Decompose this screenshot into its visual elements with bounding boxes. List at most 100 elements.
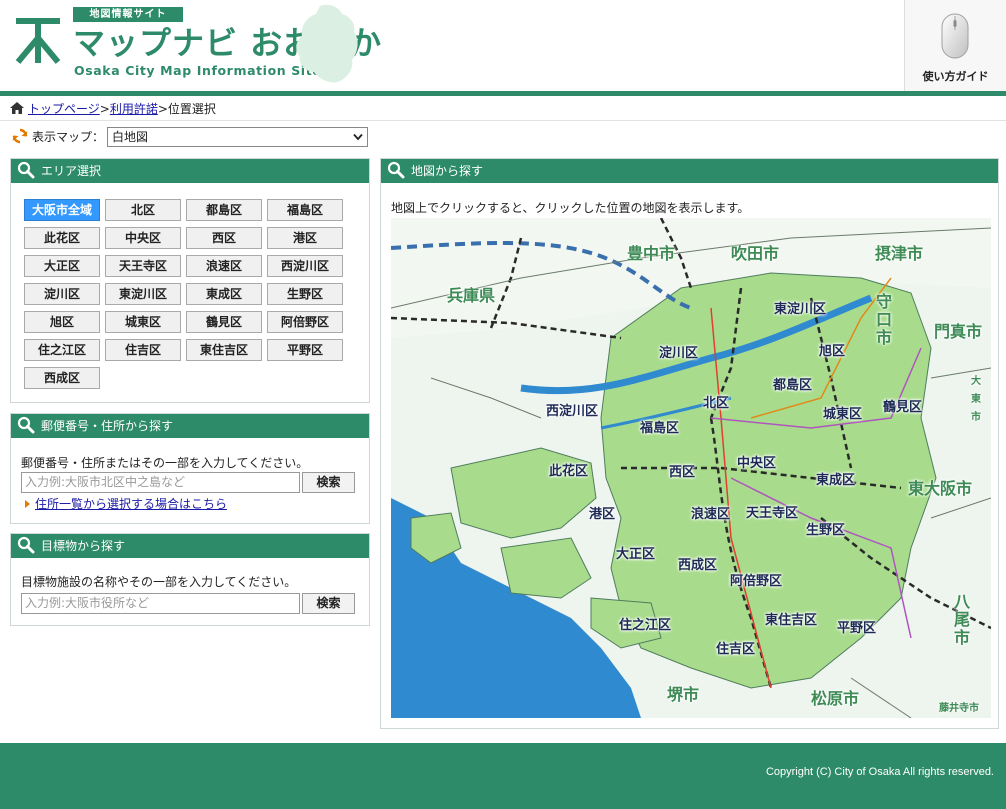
map-city-label: 八尾市 [953, 592, 970, 647]
usage-guide-label: 使い方ガイド [922, 70, 989, 83]
area-button[interactable]: 住之江区 [24, 339, 100, 361]
map-ward-label[interactable]: 住之江区 [619, 614, 671, 633]
map-city-label: 堺市 [667, 685, 700, 704]
area-button[interactable]: 西淀川区 [267, 255, 343, 277]
map-city-label: 藤井寺市 [939, 703, 979, 714]
usage-guide-button[interactable]: 使い方ガイド [904, 0, 1006, 91]
address-search-panel: 郵便番号・住所から探す 郵便番号・住所またはその一部を入力してください。 入力例… [10, 413, 370, 524]
area-button[interactable]: 東淀川区 [105, 283, 181, 305]
map-city-label: 東大阪市 [908, 479, 973, 498]
map-city-label: 門真市 [934, 322, 983, 341]
breadcrumb-top-page-link[interactable]: トップページ [28, 102, 100, 116]
map-type-selected-value: 白地図 [112, 130, 149, 144]
area-button[interactable]: 浪速区 [186, 255, 262, 277]
map-ward-label[interactable]: 此花区 [549, 460, 588, 479]
site-header: 地図情報サイト マップナビ おおさか Osaka City Map Inform… [0, 0, 1006, 92]
landmark-search-title: 目標物から探す [41, 539, 126, 553]
area-button[interactable]: 東住吉区 [186, 339, 262, 361]
map-ward-label[interactable]: 中央区 [737, 452, 776, 471]
breadcrumb-terms-link[interactable]: 利用許諾 [110, 102, 158, 116]
map-ward-label[interactable]: 住吉区 [716, 638, 755, 657]
map-ward-label[interactable]: 城東区 [823, 403, 862, 422]
address-search-button[interactable]: 検索 [302, 472, 355, 493]
area-button[interactable]: 阿倍野区 [267, 311, 343, 333]
area-button[interactable]: 中央区 [105, 227, 181, 249]
map-type-selector-row: 表示マップ： 白地図 [12, 126, 368, 148]
magnifier-icon [17, 161, 35, 179]
map-ward-label[interactable]: 旭区 [819, 340, 845, 359]
address-search-input[interactable]: 入力例:大阪市北区中之島など [21, 472, 300, 493]
osaka-city-logo-icon[interactable] [14, 16, 62, 66]
map-ward-label[interactable]: 都島区 [773, 374, 812, 393]
area-button[interactable]: 平野区 [267, 339, 343, 361]
area-button[interactable]: 北区 [105, 199, 181, 221]
map-ward-label[interactable]: 生野区 [806, 519, 845, 538]
map-ward-label[interactable]: 東淀川区 [774, 298, 826, 317]
map-ward-label[interactable]: 港区 [589, 503, 615, 522]
breadcrumb-separator: > [99, 102, 110, 116]
area-button[interactable]: 大正区 [24, 255, 100, 277]
landmark-search-input[interactable]: 入力例:大阪市役所など [21, 593, 300, 614]
area-button[interactable]: 東成区 [186, 283, 262, 305]
triangle-right-icon [25, 500, 30, 508]
chevron-down-icon [353, 133, 363, 141]
map-city-label: 摂津市 [875, 244, 924, 263]
magnifier-icon [17, 536, 35, 554]
breadcrumb-separator: > [157, 102, 168, 116]
map-search-panel: 地図から探す 地図上でクリックすると、クリックした位置の地図を表示します。 東淀… [380, 158, 999, 729]
home-icon [10, 102, 24, 114]
area-button[interactable]: 城東区 [105, 311, 181, 333]
map-ward-label[interactable]: 鶴見区 [883, 396, 922, 415]
site-category-badge: 地図情報サイト [73, 7, 183, 22]
address-search-title: 郵便番号・住所から探す [41, 419, 174, 433]
landmark-search-button[interactable]: 検索 [302, 593, 355, 614]
area-button[interactable]: 淀川区 [24, 283, 100, 305]
mouse-icon [941, 13, 969, 59]
breadcrumb-divider [0, 120, 1006, 121]
map-ward-label[interactable]: 阿倍野区 [730, 570, 782, 589]
map-ward-label[interactable]: 浪速区 [691, 503, 730, 522]
clickable-osaka-map[interactable]: 東淀川区淀川区 旭区 都島区西淀川区 北区福島区 城東区 鶴見区此花区 西区 中央区東成区港区… [391, 218, 991, 718]
area-selection-panel: エリア選択 大阪市全域 北区 都島区 福島区 此花区 中央区 西区 港区 大正区 天王寺区 浪速区西… [10, 158, 370, 403]
area-selection-header: エリア選択 [11, 159, 369, 183]
copyright-text: Copyright (C) City of Osaka All rights r… [765, 766, 994, 778]
map-type-select[interactable]: 白地図 [107, 127, 368, 147]
header-divider [0, 91, 1006, 96]
area-button[interactable]: 鶴見区 [186, 311, 262, 333]
breadcrumb: トップページ>利用許諾>位置選択 [10, 100, 216, 118]
map-ward-label[interactable]: 大正区 [616, 543, 655, 562]
area-button[interactable]: 住吉区 [105, 339, 181, 361]
map-ward-label[interactable]: 東住吉区 [765, 609, 817, 628]
map-ward-label[interactable]: 平野区 [837, 617, 876, 636]
map-ward-label[interactable]: 福島区 [640, 417, 679, 436]
area-button[interactable]: 此花区 [24, 227, 100, 249]
area-button[interactable]: 生野区 [267, 283, 343, 305]
area-button[interactable]: 都島区 [186, 199, 262, 221]
area-button[interactable]: 旭区 [24, 311, 100, 333]
map-city-label: 豊中市 [627, 244, 676, 263]
area-button[interactable]: 西成区 [24, 367, 100, 389]
map-type-label: 表示マップ： [32, 130, 105, 144]
area-button[interactable]: 西区 [186, 227, 262, 249]
address-list-link[interactable]: 住所一覧から選択する場合はこちら [35, 497, 227, 511]
map-city-label: 吹田市 [731, 244, 780, 263]
osaka-silhouette-icon [296, 4, 358, 83]
area-button[interactable]: 福島区 [267, 199, 343, 221]
map-search-description: 地図上でクリックすると、クリックした位置の地図を表示します。 [391, 201, 750, 215]
area-selection-title: エリア選択 [41, 164, 102, 178]
landmark-search-panel: 目標物から探す 目標物施設の名称やその一部を入力してください。 入力例:大阪市役… [10, 533, 370, 626]
magnifier-icon [17, 416, 35, 434]
map-ward-label[interactable]: 天王寺区 [746, 502, 798, 521]
area-button[interactable]: 大阪市全域 [24, 199, 100, 221]
map-search-title: 地図から探す [411, 164, 484, 178]
area-button[interactable]: 港区 [267, 227, 343, 249]
address-search-hint: 郵便番号・住所またはその一部を入力してください。 [21, 456, 309, 470]
map-ward-label[interactable]: 北区 [703, 392, 729, 411]
map-ward-label[interactable]: 東成区 [816, 469, 855, 488]
area-button[interactable]: 天王寺区 [105, 255, 181, 277]
map-ward-label[interactable]: 西区 [669, 461, 695, 480]
map-ward-label[interactable]: 西淀川区 [546, 400, 598, 419]
address-search-header: 郵便番号・住所から探す [11, 414, 369, 438]
map-ward-label[interactable]: 西成区 [678, 554, 717, 573]
map-ward-label[interactable]: 淀川区 [659, 342, 698, 361]
